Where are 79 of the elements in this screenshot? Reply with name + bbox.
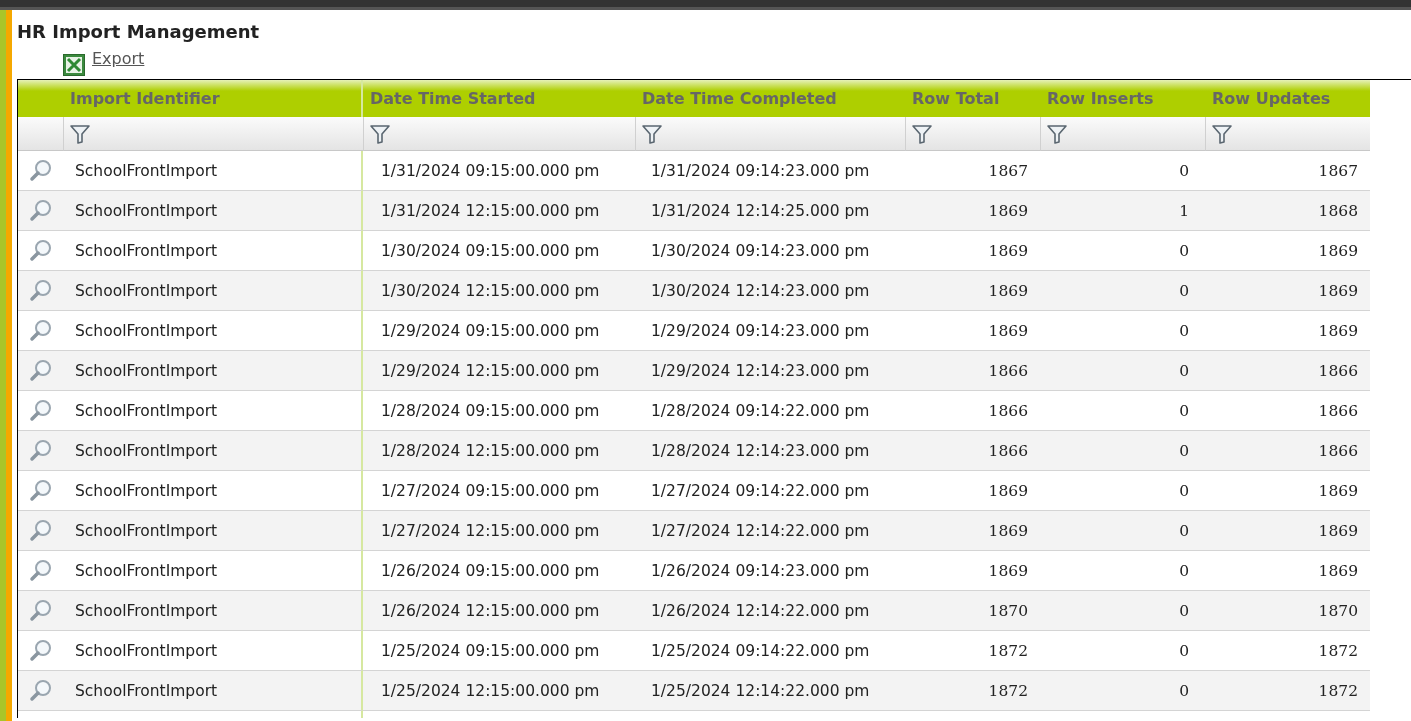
- table-cell: SchoolFrontImport: [63, 311, 363, 351]
- column-header[interactable]: Import Identifier: [63, 80, 363, 117]
- page-title: HR Import Management: [17, 21, 261, 44]
- table-cell: 1866: [905, 431, 1040, 471]
- table-cell: SchoolFrontImport: [63, 391, 363, 431]
- spreadsheet-icon: [63, 54, 85, 76]
- table-cell: 1/26/2024 12:15:00.000 pm: [363, 591, 635, 631]
- table-cell: 1866: [905, 351, 1040, 391]
- table-cell: 1/31/2024 12:14:25.000 pm: [635, 191, 905, 231]
- table-cell: 1870: [905, 591, 1040, 631]
- table-cell: SchoolFrontImport: [63, 671, 363, 711]
- magnifier-icon[interactable]: [28, 318, 53, 343]
- table-cell: 0: [1040, 271, 1205, 311]
- table-cell: 1/26/2024 12:14:22.000 pm: [635, 591, 905, 631]
- table-cell: 0: [1040, 671, 1205, 711]
- table-cell: SchoolFrontImport: [63, 231, 363, 271]
- filter-icon[interactable]: [641, 122, 663, 145]
- table-cell: 1/28/2024 12:14:23.000 pm: [635, 431, 905, 471]
- table-cell: 0: [1040, 431, 1205, 471]
- column-header[interactable]: Row Inserts: [1040, 80, 1205, 117]
- magnifier-icon[interactable]: [28, 638, 53, 663]
- table-cell: SchoolFrontImport: [63, 471, 363, 511]
- magnifier-icon[interactable]: [28, 278, 53, 303]
- table-cell: 0: [1040, 591, 1205, 631]
- table-cell: 1/29/2024 12:15:00.000 pm: [363, 351, 635, 391]
- table-cell: 1870: [1205, 591, 1370, 631]
- table-cell: 1869: [905, 191, 1040, 231]
- magnifier-icon[interactable]: [28, 198, 53, 223]
- table-cell: SchoolFrontImport: [63, 271, 363, 311]
- filter-icon[interactable]: [1046, 122, 1068, 145]
- filter-icon[interactable]: [1211, 122, 1233, 145]
- table-cell: 1: [1040, 191, 1205, 231]
- table-cell: SchoolFrontImport: [63, 631, 363, 671]
- table-cell: 1/27/2024 12:14:22.000 pm: [635, 511, 905, 551]
- table-cell: 1868: [1205, 191, 1370, 231]
- magnifier-icon[interactable]: [28, 478, 53, 503]
- export-link[interactable]: Export: [92, 48, 145, 68]
- table-cell: 1/29/2024 12:14:23.000 pm: [635, 351, 905, 391]
- table-cell: SchoolFrontImport: [63, 151, 363, 191]
- table-cell: 1872: [905, 671, 1040, 711]
- table-cell: SchoolFrontImport: [63, 191, 363, 231]
- table-cell: 1/31/2024 12:15:00.000 pm: [363, 191, 635, 231]
- column-header[interactable]: Row Total: [905, 80, 1040, 117]
- magnifier-icon[interactable]: [28, 558, 53, 583]
- magnifier-icon[interactable]: [28, 238, 53, 263]
- column-header[interactable]: Date Time Started: [363, 80, 635, 117]
- table-cell: 1/28/2024 12:15:00.000 pm: [363, 431, 635, 471]
- table-cell: 1/30/2024 12:14:23.000 pm: [635, 271, 905, 311]
- table-cell: 1869: [1205, 511, 1370, 551]
- table-cell: SchoolFrontImport: [63, 511, 363, 551]
- magnifier-icon[interactable]: [28, 598, 53, 623]
- table-cell: 1872: [1205, 671, 1370, 711]
- magnifier-icon[interactable]: [28, 438, 53, 463]
- table-cell: 1866: [1205, 351, 1370, 391]
- table-cell: 1869: [1205, 271, 1370, 311]
- table-cell: SchoolFrontImport: [63, 551, 363, 591]
- table-cell: 1869: [905, 511, 1040, 551]
- filter-icon[interactable]: [369, 122, 391, 145]
- table-cell: 0: [1040, 511, 1205, 551]
- table-cell: SchoolFrontImport: [63, 431, 363, 471]
- filter-icon[interactable]: [69, 122, 91, 145]
- table-cell: 1869: [905, 271, 1040, 311]
- table-cell: 1/27/2024 12:15:00.000 pm: [363, 511, 635, 551]
- magnifier-icon[interactable]: [28, 358, 53, 383]
- column-header[interactable]: Row Updates: [1205, 80, 1370, 117]
- table-cell: 1/25/2024 12:14:22.000 pm: [635, 671, 905, 711]
- table-cell: 0: [1040, 351, 1205, 391]
- magnifier-icon[interactable]: [28, 518, 53, 543]
- table-cell: 1/30/2024 12:15:00.000 pm: [363, 271, 635, 311]
- table-cell: SchoolFrontImport: [63, 351, 363, 391]
- magnifier-icon[interactable]: [28, 158, 53, 183]
- table-cell: 1/25/2024 12:15:00.000 pm: [363, 671, 635, 711]
- column-header[interactable]: Date Time Completed: [635, 80, 905, 117]
- table-cell: SchoolFrontImport: [63, 591, 363, 631]
- magnifier-icon[interactable]: [28, 398, 53, 423]
- header-cell: [18, 80, 63, 117]
- table-cell: 1866: [1205, 431, 1370, 471]
- filter-icon[interactable]: [911, 122, 933, 145]
- magnifier-icon[interactable]: [28, 678, 53, 703]
